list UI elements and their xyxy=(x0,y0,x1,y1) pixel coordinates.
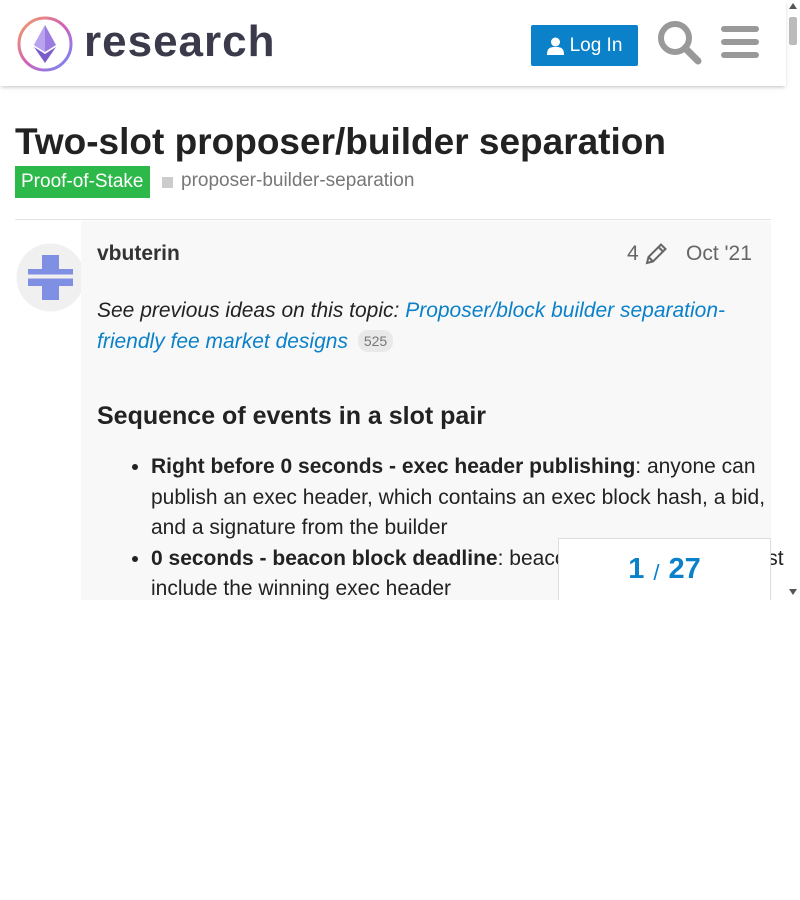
link-click-count: 525 xyxy=(357,330,394,352)
scrollbar[interactable] xyxy=(786,0,800,600)
title-divider xyxy=(15,219,771,220)
site-brand[interactable]: research xyxy=(84,14,275,70)
event-title: 0 seconds - beacon block deadline xyxy=(151,546,498,570)
site-header: research Log In xyxy=(0,0,786,86)
scroll-thumb[interactable] xyxy=(789,17,797,45)
topic-tag[interactable]: proposer-builder-separation xyxy=(181,169,414,193)
search-icon[interactable] xyxy=(656,19,702,65)
category-badge[interactable]: Proof-of-Stake xyxy=(15,166,150,198)
edit-count[interactable]: 4 xyxy=(627,240,639,268)
pencil-icon[interactable] xyxy=(643,241,669,267)
scroll-down-arrow-icon[interactable] xyxy=(789,589,797,595)
topic-title[interactable]: Two-slot proposer/builder separation xyxy=(15,118,666,166)
list-item: Right before 0 seconds - exec header pub… xyxy=(151,452,800,544)
scroll-up-arrow-icon[interactable] xyxy=(789,3,797,9)
post-date[interactable]: Oct '21 xyxy=(686,240,752,268)
user-icon xyxy=(546,37,564,55)
tag-square-icon xyxy=(162,177,173,188)
ethereum-logo-icon[interactable] xyxy=(16,15,74,73)
post-author[interactable]: vbuterin xyxy=(97,240,180,268)
login-button[interactable]: Log In xyxy=(531,25,638,66)
progress-total: 27 xyxy=(668,553,701,585)
avatar[interactable] xyxy=(16,243,85,312)
event-title: Right before 0 seconds - exec header pub… xyxy=(151,455,636,478)
hamburger-menu-icon[interactable] xyxy=(720,24,760,60)
topic-progress[interactable]: 1 / 27 xyxy=(558,538,771,600)
progress-current: 1 xyxy=(628,553,645,585)
post-intro: See previous ideas on this topic: Propos… xyxy=(97,295,757,357)
progress-separator: / xyxy=(653,559,660,585)
login-label: Log In xyxy=(569,34,623,56)
intro-text: See previous ideas on this topic: xyxy=(97,299,406,322)
page-viewport: research Log In Two-slot proposer/builde… xyxy=(0,0,800,600)
section-heading: Sequence of events in a slot pair xyxy=(97,402,487,430)
